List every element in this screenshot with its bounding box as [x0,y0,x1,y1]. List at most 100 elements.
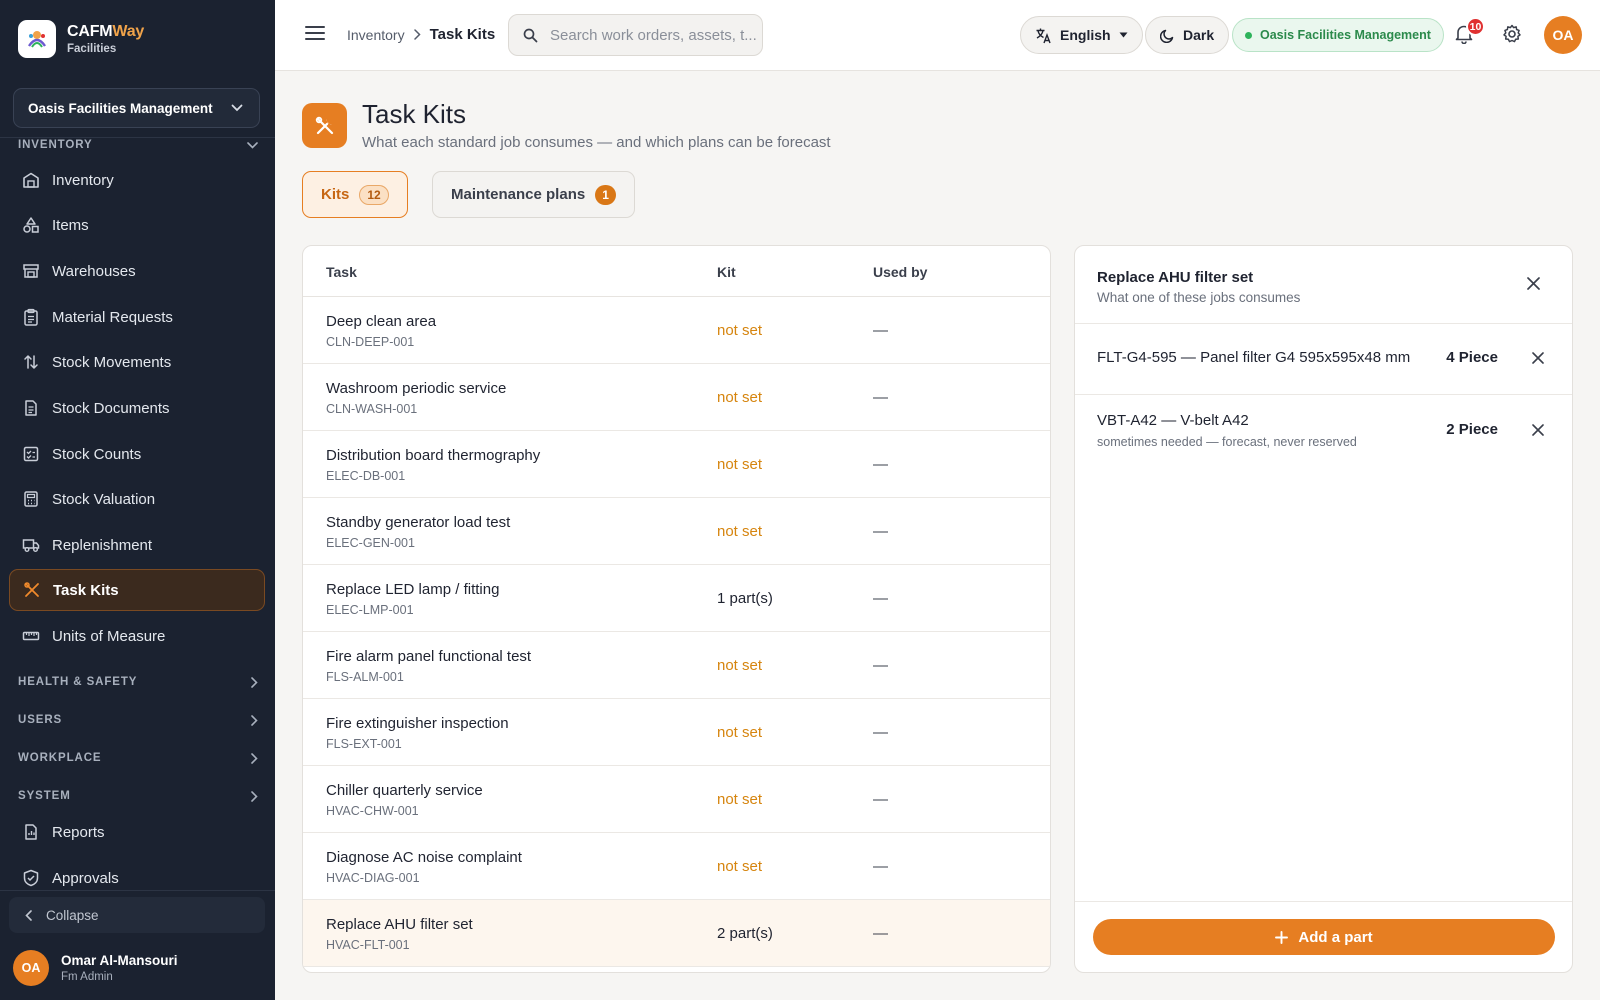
org-selector-label: Oasis Facilities Management [28,100,213,116]
part-note: sometimes needed — forecast, never reser… [1097,435,1357,449]
tab-maintenance-plans[interactable]: Maintenance plans 1 [432,171,635,218]
sidebar-item-material-requests[interactable]: Material Requests [9,296,265,338]
table-row[interactable]: Standby generator load test ELEC-GEN-001 n… [303,498,1050,565]
table-row[interactable]: Replace AHU filter set HVAC-FLT-001 2 part… [303,900,1050,967]
user-role: Fm Admin [61,971,113,983]
close-icon[interactable] [1527,277,1540,290]
language-selector[interactable]: English [1020,16,1143,54]
kit-status: not set [717,724,763,741]
sidebar-item-items[interactable]: Items [9,204,265,246]
task-code: CLN-WASH-001 [326,402,418,416]
brand[interactable]: CAFMWay Facilities [18,20,144,58]
top-bar: Inventory Task Kits Search work orders, … [275,0,1600,71]
sidebar-item-units-of-measure[interactable]: Units of Measure [9,615,265,657]
task-name: Replace LED lamp / fitting [326,581,500,598]
table-row[interactable]: Washroom periodic service CLN-WASH-001 not… [303,364,1050,431]
sidebar-divider [0,137,275,138]
kit-status: 2 part(s) [717,925,773,942]
sidebar-item-warehouses[interactable]: Warehouses [9,250,265,292]
user-profile[interactable]: OA Omar Al-Mansouri Fm Admin [13,950,178,986]
sidebar-item-label: Stock Counts [52,445,142,463]
sidebar-item-label: Approvals [52,869,119,887]
moon-icon [1160,29,1174,43]
sidebar-item-replenishment[interactable]: Replenishment [9,524,265,566]
column-header-kit[interactable]: Kit [717,264,736,280]
sidebar-item-label: Stock Movements [52,353,172,371]
theme-label: Dark [1183,27,1215,43]
sidebar-item-stock-counts[interactable]: Stock Counts [9,433,265,475]
table-row[interactable]: Fire alarm panel functional test FLS-ALM-… [303,632,1050,699]
panel-title: Replace AHU filter set [1097,269,1254,286]
sidebar-item-approvals[interactable]: Approvals [9,857,265,899]
chevron-down-icon [247,141,258,149]
sidebar-item-stock-documents[interactable]: Stock Documents [9,387,265,429]
theme-toggle[interactable]: Dark [1145,16,1230,54]
tools-icon [302,103,347,148]
kit-status: not set [717,456,763,473]
part-name: VBT-A42 — V-belt A42 [1097,412,1249,429]
task-kits-table: Task Kit Used by Deep clean area CLN-DEEP… [302,245,1051,973]
section-inventory[interactable]: INVENTORY [18,139,258,151]
search-placeholder: Search work orders, assets, t... [550,26,757,44]
org-selector[interactable]: Oasis Facilities Management [13,88,260,128]
column-header-task[interactable]: Task [326,264,357,280]
remove-part-icon[interactable] [1532,424,1544,436]
kit-status: not set [717,322,763,339]
column-header-used-by[interactable]: Used by [873,264,927,280]
menu-icon[interactable] [305,25,325,41]
sidebar-item-stock-movements[interactable]: Stock Movements [9,341,265,383]
chevron-right-icon [251,714,258,726]
table-row[interactable]: Chiller quarterly service HVAC-CHW-001 not… [303,766,1050,833]
table-row[interactable]: Deep clean area CLN-DEEP-001 not set — [303,297,1050,364]
org-status-label: Oasis Facilities Management [1260,28,1431,42]
gear-icon[interactable] [1502,24,1522,44]
user-name: Omar Al-Mansouri [61,953,178,968]
sidebar-item-stock-valuation[interactable]: Stock Valuation [9,478,265,520]
breadcrumb-parent[interactable]: Inventory [347,27,405,43]
sidebar-item-task-kits[interactable]: Task Kits [9,569,265,611]
section-health-safety[interactable]: HEALTH & SAFETY [18,676,258,688]
org-status-badge[interactable]: Oasis Facilities Management [1232,18,1444,52]
table-row[interactable]: Distribution board thermography ELEC-DB-0… [303,431,1050,498]
part-quantity[interactable]: 2 Piece [1446,421,1498,438]
task-name: Fire extinguisher inspection [326,715,509,732]
task-name: Replace AHU filter set [326,916,473,933]
sidebar-item-label: Material Requests [52,308,173,326]
task-code: HVAC-FLT-001 [326,938,410,952]
section-users[interactable]: USERS [18,714,258,726]
search-input[interactable]: Search work orders, assets, t... [508,14,763,56]
part-quantity[interactable]: 4 Piece [1446,349,1498,366]
panel-divider [1075,394,1572,395]
used-by: — [873,724,888,741]
section-workplace[interactable]: WORKPLACE [18,752,258,764]
panel-subtitle: What one of these jobs consumes [1097,290,1301,305]
tab-kits[interactable]: Kits 12 [302,171,408,218]
task-name: Distribution board thermography [326,447,541,464]
table-row[interactable]: Fire extinguisher inspection FLS-EXT-001 n… [303,699,1050,766]
table-row[interactable]: Replace LED lamp / fitting ELEC-LMP-001 1 … [303,565,1050,632]
caret-down-icon [1119,32,1128,38]
task-code: HVAC-DIAG-001 [326,871,420,885]
calculator-icon [22,490,40,508]
sidebar-item-label: Stock Documents [52,399,170,417]
sidebar-item-inventory[interactable]: Inventory [9,159,265,201]
section-system[interactable]: SYSTEM [18,790,258,802]
shapes-icon [22,216,40,234]
collapse-button[interactable]: Collapse [9,897,265,933]
chevron-right-icon [251,676,258,688]
store-icon [22,262,40,280]
language-label: English [1060,27,1111,43]
task-code: ELEC-GEN-001 [326,536,415,550]
avatar[interactable]: OA [1544,16,1582,54]
count-badge: 12 [359,184,389,205]
used-by: — [873,456,888,473]
used-by: — [873,657,888,674]
arrows-updown-icon [22,353,40,371]
sidebar-item-reports[interactable]: Reports [9,811,265,853]
remove-part-icon[interactable] [1532,352,1544,364]
table-row[interactable]: Diagnose AC noise complaint HVAC-DIAG-001… [303,833,1050,900]
add-part-button[interactable]: Add a part [1093,919,1555,955]
sidebar-divider [0,890,275,891]
task-name: Deep clean area [326,313,437,330]
tools-icon [23,581,41,599]
